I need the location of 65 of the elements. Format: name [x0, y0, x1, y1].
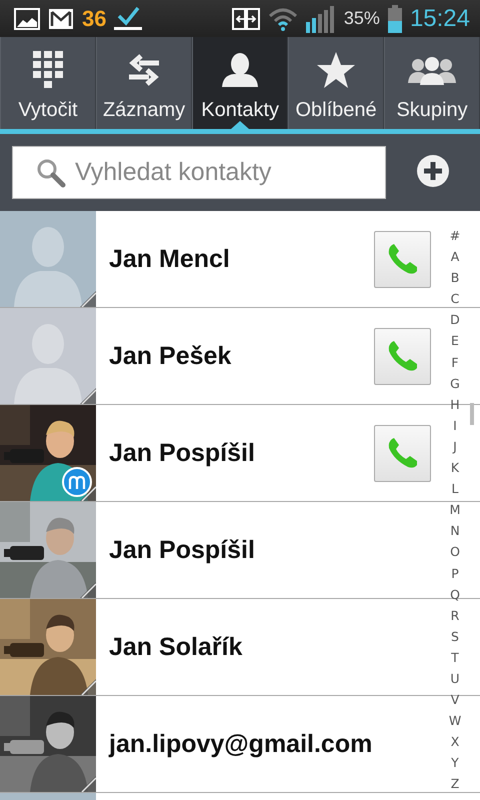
index-letter[interactable]: W	[448, 710, 462, 732]
screen-share-icon	[232, 8, 260, 30]
contact-name: Jan Mencl	[109, 244, 230, 274]
index-letter[interactable]: R	[450, 604, 460, 626]
index-letter[interactable]: S	[451, 626, 459, 647]
index-letter[interactable]: #	[450, 225, 460, 246]
tab[interactable]: Kontakty	[192, 37, 288, 129]
contact-row[interactable]: Jan Mencl	[0, 211, 436, 307]
index-letter[interactable]: T	[451, 646, 459, 668]
group-icon	[408, 55, 456, 85]
index-letter[interactable]: O	[450, 541, 460, 562]
index-letter[interactable]: X	[450, 731, 460, 752]
check-icon	[114, 6, 142, 32]
battery-percent: 35%	[344, 8, 380, 29]
index-letter[interactable]: N	[450, 520, 460, 542]
clock: 15:24	[410, 4, 470, 32]
index-letter[interactable]: A	[450, 246, 460, 268]
battery-icon	[388, 4, 402, 32]
dialpad-icon	[32, 51, 63, 89]
wifi-icon	[268, 6, 298, 30]
index-letter[interactable]: H	[450, 394, 460, 415]
tab[interactable]: Skupiny	[384, 37, 480, 129]
contact-row[interactable]: Jan Pešek	[0, 308, 436, 404]
contact-row[interactable]: jan.lipovy@gmail.com	[0, 696, 436, 792]
index-letter[interactable]: E	[451, 330, 459, 352]
contact-row[interactable]: Jan Pospíšil	[0, 405, 436, 501]
arrows-icon	[129, 54, 160, 86]
search-field[interactable]: Vyhledat kontakty	[12, 146, 386, 199]
index-letter[interactable]: Z	[450, 773, 460, 795]
index-letter[interactable]: K	[450, 457, 460, 478]
contact-name: Jan Pešek	[109, 342, 232, 370]
index-letter[interactable]: U	[450, 668, 460, 690]
index-letter[interactable]: B	[450, 267, 460, 288]
call-button[interactable]	[374, 424, 431, 482]
contact-name: jan.lipovy@gmail.com	[109, 730, 372, 758]
contact-name: Jan Pospíšil	[109, 536, 255, 564]
index-letter[interactable]: M	[450, 499, 460, 520]
gallery-icon	[14, 8, 40, 30]
signal-icon	[306, 4, 336, 32]
index-letter[interactable]: F	[451, 352, 459, 373]
contact-row[interactable]: Jan Pospíšil	[0, 502, 436, 598]
index-letter[interactable]: D	[450, 309, 460, 330]
star-icon	[317, 52, 356, 88]
index-letter[interactable]: V	[450, 689, 460, 710]
index-letter[interactable]: Q	[450, 584, 460, 605]
person-icon	[222, 53, 258, 87]
notification-count: 36	[82, 6, 106, 32]
contact-row[interactable]: Jan Solařík	[0, 599, 436, 695]
call-button[interactable]	[374, 328, 431, 384]
tab[interactable]: Oblíbené	[288, 37, 384, 129]
index-letter[interactable]: L	[452, 478, 458, 500]
index-letter[interactable]: P	[451, 562, 459, 584]
tab[interactable]: Záznamy	[96, 37, 192, 129]
contact-name: Jan Pospíšil	[109, 438, 255, 468]
index-letter[interactable]: J	[453, 436, 457, 458]
call-button[interactable]	[374, 230, 431, 288]
search-icon	[36, 158, 66, 188]
index-letter[interactable]: C	[450, 288, 460, 310]
mail-icon	[48, 8, 74, 30]
tab[interactable]: Vytočit	[0, 37, 96, 129]
index-letter[interactable]: G	[450, 372, 460, 394]
index-letter[interactable]: I	[453, 414, 457, 436]
index-letter[interactable]: Y	[451, 752, 459, 774]
scrollbar	[470, 403, 474, 425]
contact-name: Jan Solařík	[109, 632, 242, 662]
